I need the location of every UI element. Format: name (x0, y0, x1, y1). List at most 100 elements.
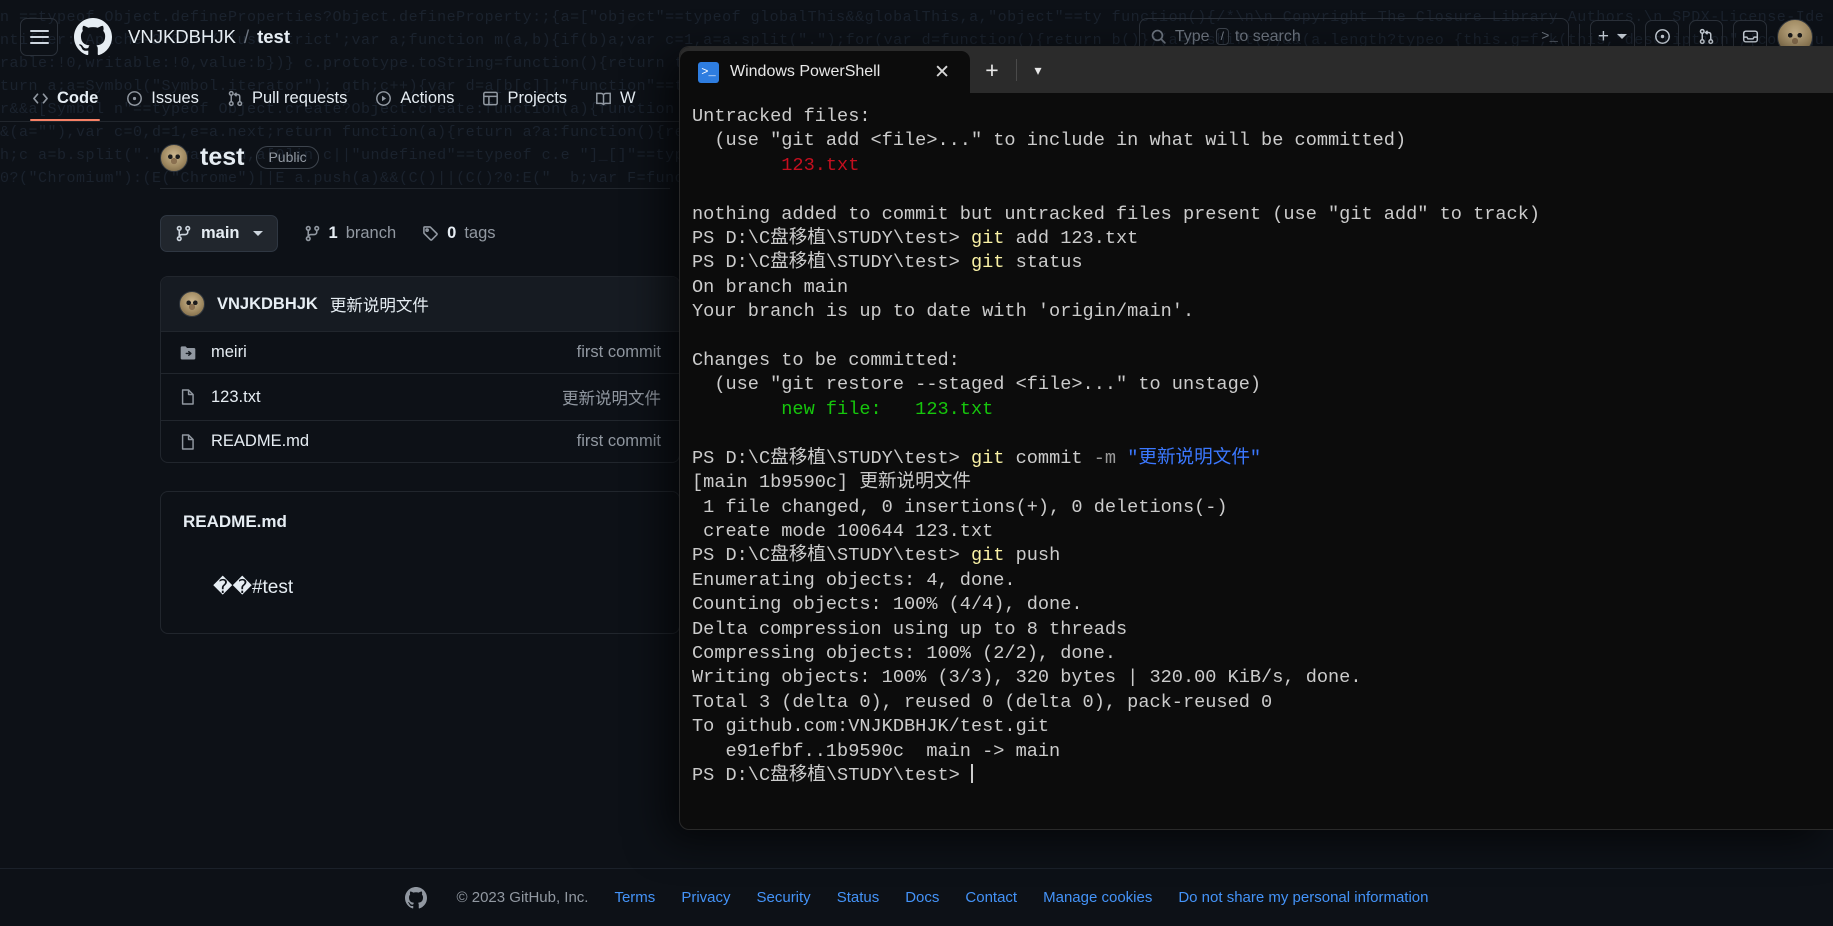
terminal-line: Compressing objects: 100% (2/2), done. (692, 642, 1833, 666)
terminal-text: PS D:\C盘移植\STUDY\test> (692, 545, 971, 567)
file-name[interactable]: meiri (211, 343, 577, 362)
plus-icon: + (1597, 26, 1609, 47)
tab-wiki-label: W (620, 89, 636, 107)
inbox-icon (1742, 30, 1758, 43)
terminal-line: nothing added to commit but untracked fi… (692, 203, 1833, 227)
terminal-line: PS D:\C盘移植\STUDY\test> (692, 763, 1833, 788)
terminal-output[interactable]: Untracked files: (use "git add <file>...… (680, 93, 1833, 829)
play-icon (376, 91, 392, 106)
terminal-line: PS D:\C盘移植\STUDY\test> git push (692, 544, 1833, 568)
terminal-text: create mode 100644 123.txt (692, 520, 994, 542)
footer-copyright: © 2023 GitHub, Inc. (456, 889, 589, 906)
file-icon (181, 433, 194, 450)
file-commit-message[interactable]: 更新说明文件 (562, 385, 661, 409)
breadcrumb-repo[interactable]: test (257, 26, 290, 48)
table-row[interactable]: meiri first commit (161, 331, 679, 373)
chevron-down-icon (252, 231, 263, 236)
github-mark-icon (404, 886, 427, 908)
terminal-text: Total 3 (delta 0), reused 0 (delta 0), p… (692, 691, 1273, 713)
tab-projects[interactable]: Projects (472, 82, 577, 121)
terminal-text: Delta compression using up to 8 threads (692, 618, 1128, 640)
tab-issues[interactable]: Issues (116, 82, 209, 121)
tab-pull-requests[interactable]: Pull requests (217, 82, 357, 121)
file-commit-message[interactable]: first commit (577, 432, 661, 451)
terminal-line: Your branch is up to date with 'origin/m… (692, 300, 1833, 324)
search-placeholder-head: Type (1174, 27, 1210, 45)
commit-message[interactable]: 更新说明文件 (330, 292, 429, 316)
terminal-line: Writing objects: 100% (3/3), 320 bytes |… (692, 666, 1833, 690)
footer-link-manage-cookies[interactable]: Manage cookies (1043, 889, 1152, 906)
tag-count-value: 0 (447, 224, 457, 242)
terminal-line: PS D:\C盘移植\STUDY\test> git status (692, 251, 1833, 275)
tab-wiki[interactable]: W (585, 82, 646, 121)
close-icon[interactable]: ✕ (928, 59, 956, 86)
terminal-line: [main 1b9590c] 更新说明文件 (692, 471, 1833, 495)
footer-link-privacy[interactable]: Privacy (681, 889, 730, 906)
tab-actions[interactable]: Actions (365, 82, 464, 121)
file-name[interactable]: README.md (211, 432, 577, 451)
footer-link-terms[interactable]: Terms (614, 889, 655, 906)
terminal-line: Enumerating objects: 4, done. (692, 569, 1833, 593)
terminal-line: Changes to be committed: (692, 349, 1833, 373)
terminal-text: git (970, 252, 1005, 274)
footer-link-contact[interactable]: Contact (965, 889, 1017, 906)
commit-author-name[interactable]: VNJKDBHJK (217, 295, 318, 314)
terminal-line: (use "git add <file>..." to include in w… (692, 129, 1833, 153)
readme-card: README.md ��#test (160, 491, 680, 634)
file-commit-message[interactable]: first commit (577, 343, 661, 362)
hamburger-menu-icon[interactable] (20, 17, 58, 56)
page-footer: © 2023 GitHub, Inc. Terms Privacy Securi… (0, 868, 1833, 926)
git-branch-icon (305, 225, 319, 242)
book-icon (596, 92, 611, 106)
branch-selector-button[interactable]: main (160, 215, 278, 252)
table-row[interactable]: README.md first commit (161, 420, 679, 462)
terminal-cursor (970, 763, 973, 783)
search-icon (1151, 29, 1166, 44)
tag-count[interactable]: 0 tags (422, 224, 496, 243)
header-divider (1578, 23, 1580, 50)
file-name[interactable]: 123.txt (211, 388, 562, 407)
terminal-text: Counting objects: 100% (4/4), done. (692, 594, 1083, 616)
commit-author-avatar[interactable] (179, 291, 205, 317)
submodule-icon (180, 345, 196, 360)
tab-actions-label: Actions (400, 89, 455, 107)
footer-link-status[interactable]: Status (837, 889, 880, 906)
terminal-line: e91efbf..1b9590c main -> main (692, 740, 1833, 764)
breadcrumb-separator: / (243, 25, 250, 47)
terminal-text: e91efbf..1b9590c main -> main (692, 740, 1061, 762)
footer-link-security[interactable]: Security (757, 889, 811, 906)
command-palette-icon[interactable]: >_ (1541, 29, 1558, 45)
branch-selector-label: main (201, 224, 240, 242)
breadcrumb-owner[interactable]: VNJKDBHJK (128, 26, 236, 48)
terminal-text: push (1004, 545, 1061, 567)
new-tab-button[interactable]: + (970, 47, 1014, 93)
git-branch-icon (176, 225, 191, 242)
terminal-line: PS D:\C盘移植\STUDY\test> git add 123.txt (692, 227, 1833, 251)
terminal-text: nothing added to commit but untracked fi… (692, 203, 1541, 225)
search-slash-key: / (1215, 28, 1229, 45)
github-mark-icon[interactable] (74, 17, 112, 56)
terminal-line: Counting objects: 100% (4/4), done. (692, 593, 1833, 617)
git-pull-request-icon (228, 90, 243, 107)
tab-code-label: Code (57, 89, 99, 107)
terminal-text: (use "git restore --staged <file>..." to… (692, 374, 1262, 396)
chevron-down-icon[interactable]: ▾ (1019, 47, 1057, 93)
file-listing-card: VNJKDBHJK 更新说明文件 meiri first commit 123.… (160, 276, 680, 463)
breadcrumb: VNJKDBHJK / test (128, 26, 290, 48)
branch-count[interactable]: 1 branch (304, 224, 396, 243)
latest-commit-bar: VNJKDBHJK 更新说明文件 (161, 277, 679, 331)
repo-owner-avatar[interactable] (160, 143, 188, 172)
terminal-text: Writing objects: 100% (3/3), 320 bytes |… (692, 667, 1362, 689)
tab-code[interactable]: Code (22, 82, 108, 121)
terminal-line: Untracked files: (692, 105, 1833, 129)
terminal-text: commit (1004, 447, 1094, 469)
terminal-line: 1 file changed, 0 insertions(+), 0 delet… (692, 496, 1833, 520)
footer-link-do-not-share[interactable]: Do not share my personal information (1178, 889, 1428, 906)
terminal-tab-powershell[interactable]: >_ Windows PowerShell ✕ (680, 51, 970, 93)
footer-link-docs[interactable]: Docs (905, 889, 939, 906)
page-title[interactable]: test (200, 143, 244, 172)
terminal-text: (use "git add <file>..." to include in w… (692, 130, 1407, 152)
table-row[interactable]: 123.txt 更新说明文件 (161, 373, 679, 420)
